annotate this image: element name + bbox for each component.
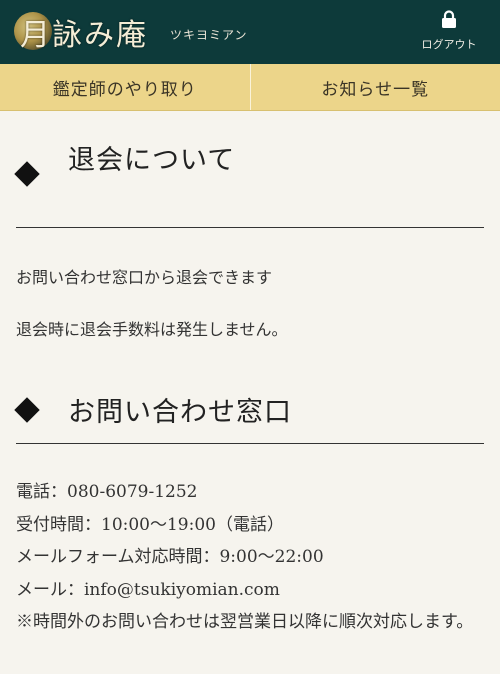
contact-section-header: お問い合わせ窓口 xyxy=(14,380,484,444)
contact-phone-hours: 受付時間：10:00〜19:00（電話） xyxy=(16,514,284,535)
contact-email: メール：info@tsukiyomian.com xyxy=(16,579,280,600)
logout-label: ログアウト xyxy=(421,38,477,51)
site-logo[interactable]: 月詠み庵 xyxy=(14,6,148,58)
tab-news-list[interactable]: お知らせ一覧 xyxy=(249,64,500,110)
withdrawal-fee-paragraph: 退会時に退会手数料は発生しません。 xyxy=(16,320,288,339)
contact-details: 電話：080-6079-1252 受付時間：10:00〜19:00（電話） メー… xyxy=(16,476,486,639)
logo-text: 月詠み庵 xyxy=(20,18,148,53)
logo-subtitle: ツキヨミアン xyxy=(170,28,248,42)
contact-title: お問い合わせ窓口 xyxy=(68,397,292,428)
contact-form-hours: メールフォーム対応時間：9:00〜22:00 xyxy=(16,547,324,567)
tab-advisor-messages[interactable]: 鑑定師のやり取り xyxy=(0,64,250,110)
logout-button[interactable]: ログアウト xyxy=(414,10,484,52)
lock-icon xyxy=(442,10,456,28)
site-header: 月詠み庵 ツキヨミアン ログアウト xyxy=(0,0,500,64)
withdrawal-section-header: 退会について xyxy=(14,130,484,228)
withdrawal-paragraph: お問い合わせ窓口から退会できます xyxy=(16,268,273,287)
diamond-bullet-icon xyxy=(14,397,40,423)
withdrawal-title: 退会について xyxy=(68,145,236,176)
main-nav: 鑑定師のやり取り お知らせ一覧 xyxy=(0,64,500,111)
diamond-bullet-icon xyxy=(14,161,40,187)
contact-note: ※時間外のお問い合わせは翌営業日以降に順次対応します。 xyxy=(16,612,474,632)
contact-phone: 電話：080-6079-1252 xyxy=(16,482,198,502)
